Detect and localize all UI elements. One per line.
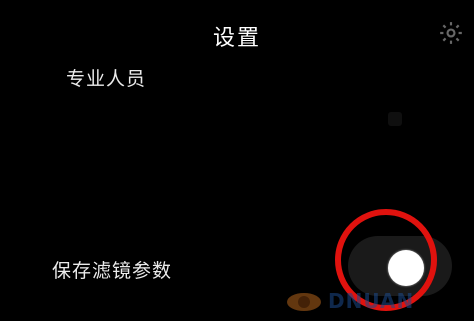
watermark-logo-icon	[287, 293, 321, 311]
option-indicator	[388, 112, 402, 126]
page-title: 设置	[212, 26, 261, 51]
gear-icon[interactable]	[438, 20, 464, 46]
watermark: DNUAN	[284, 286, 414, 316]
watermark-text: DNUAN	[328, 289, 415, 313]
setting-professional-label[interactable]: 专业人员	[66, 64, 146, 91]
setting-save-filter-params-label: 保存滤镜参数	[52, 260, 173, 282]
